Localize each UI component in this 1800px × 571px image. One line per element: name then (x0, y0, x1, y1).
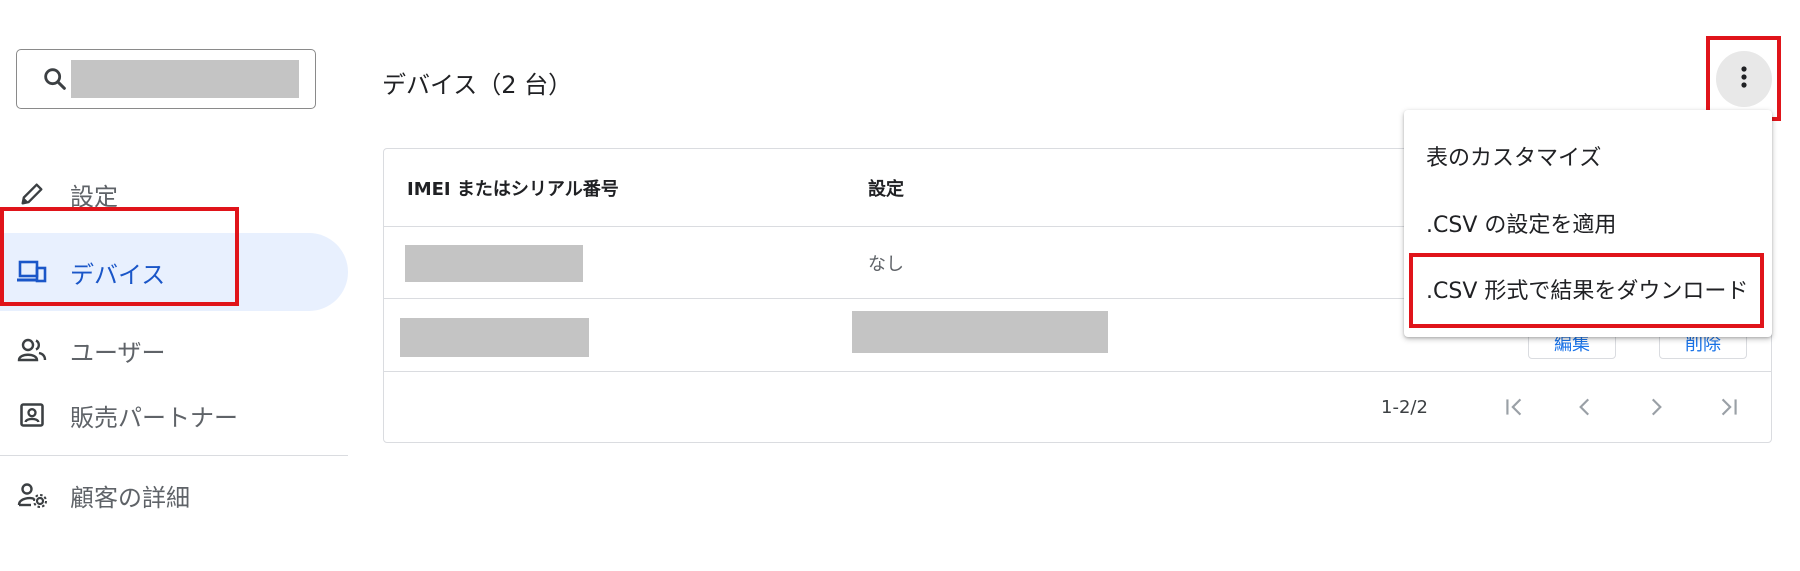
search-input[interactable] (71, 60, 299, 98)
row-divider (384, 371, 1771, 372)
serial-cell (400, 318, 589, 357)
sidebar-item-label: 顧客の詳細 (70, 483, 190, 512)
next-page-button[interactable] (1638, 391, 1674, 427)
serial-cell (405, 245, 583, 282)
menu-item-apply-csv-settings[interactable]: .CSV の設定を適用 (1404, 190, 1772, 256)
setting-cell (852, 311, 1108, 353)
sidebar-item-label: ユーザー (70, 338, 166, 367)
column-header-settings: 設定 (868, 179, 904, 200)
pencil-icon (16, 178, 48, 210)
column-header-imei: IMEI またはシリアル番号 (407, 179, 619, 200)
sidebar-item-label: 販売パートナー (70, 403, 238, 432)
pagination-range: 1-2/2 (1381, 397, 1428, 418)
sidebar-item-sales-partner[interactable]: 販売パートナー (0, 376, 348, 454)
chevron-right-icon (1643, 394, 1669, 424)
users-icon (16, 334, 48, 366)
first-page-icon (1502, 394, 1528, 424)
first-page-button[interactable] (1497, 391, 1533, 427)
prev-page-button[interactable] (1567, 391, 1603, 427)
search-box[interactable] (16, 49, 316, 109)
sidebar-item-customer-details[interactable]: 顧客の詳細 (0, 456, 348, 534)
highlight-download-csv (1409, 253, 1764, 328)
setting-cell: なし (868, 254, 904, 275)
highlight-more-button (1706, 36, 1781, 121)
last-page-icon (1715, 394, 1741, 424)
last-page-button[interactable] (1710, 391, 1746, 427)
chevron-left-icon (1572, 394, 1598, 424)
highlight-devices (0, 207, 239, 306)
menu-item-customize-table[interactable]: 表のカスタマイズ (1404, 123, 1772, 189)
partner-badge-icon (16, 399, 48, 431)
user-settings-icon (16, 479, 48, 511)
search-icon (41, 65, 69, 93)
page-title: デバイス（2 台） (382, 71, 573, 99)
